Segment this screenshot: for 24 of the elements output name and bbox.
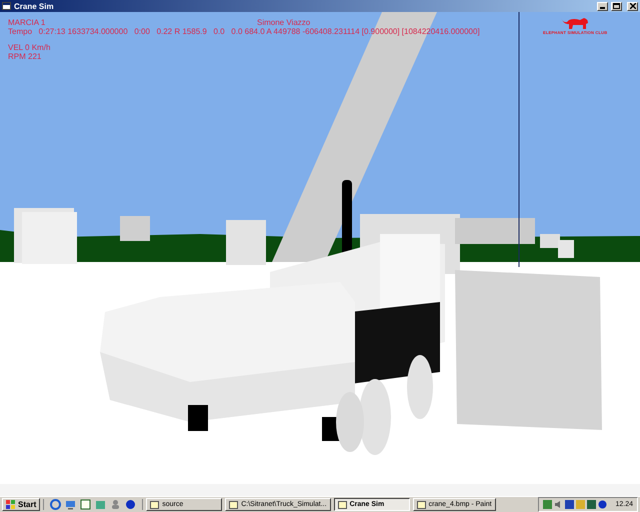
tray-icon[interactable] [543,500,552,509]
rpm-readout: RPM 221 [8,52,42,61]
globe-icon[interactable] [598,500,608,509]
close-button[interactable] [627,2,638,10]
speed-readout: VEL 0 Km/h [8,43,50,52]
window-icon[interactable] [80,499,92,510]
close-icon [630,3,636,9]
app-icon [229,500,238,508]
app-icon [416,500,426,508]
start-button[interactable]: Start [2,498,40,511]
gear-readout: MARCIA 1 [8,18,46,27]
window-icon [2,2,11,10]
desktop-icon[interactable] [65,499,76,510]
driver-name: Simone Viazzo [257,18,310,27]
app-icon [338,500,347,508]
globe-icon[interactable] [125,499,136,510]
windows-logo-icon [6,500,16,509]
maximize-icon [613,3,620,9]
telemetry-readout: Tempo 0:27:13 1633734.000000 0:00 0.22 R 1585.9 0.0 0.0 684.0 A 449788 -606408.231114 [0.900000] [1084220416.000000] [8,27,480,36]
maximize-button[interactable] [611,2,622,10]
lion-logo-icon [560,16,590,30]
app-icon [150,500,160,508]
minimize-button[interactable] [597,2,608,10]
window-title: Crane Sim [14,2,54,10]
